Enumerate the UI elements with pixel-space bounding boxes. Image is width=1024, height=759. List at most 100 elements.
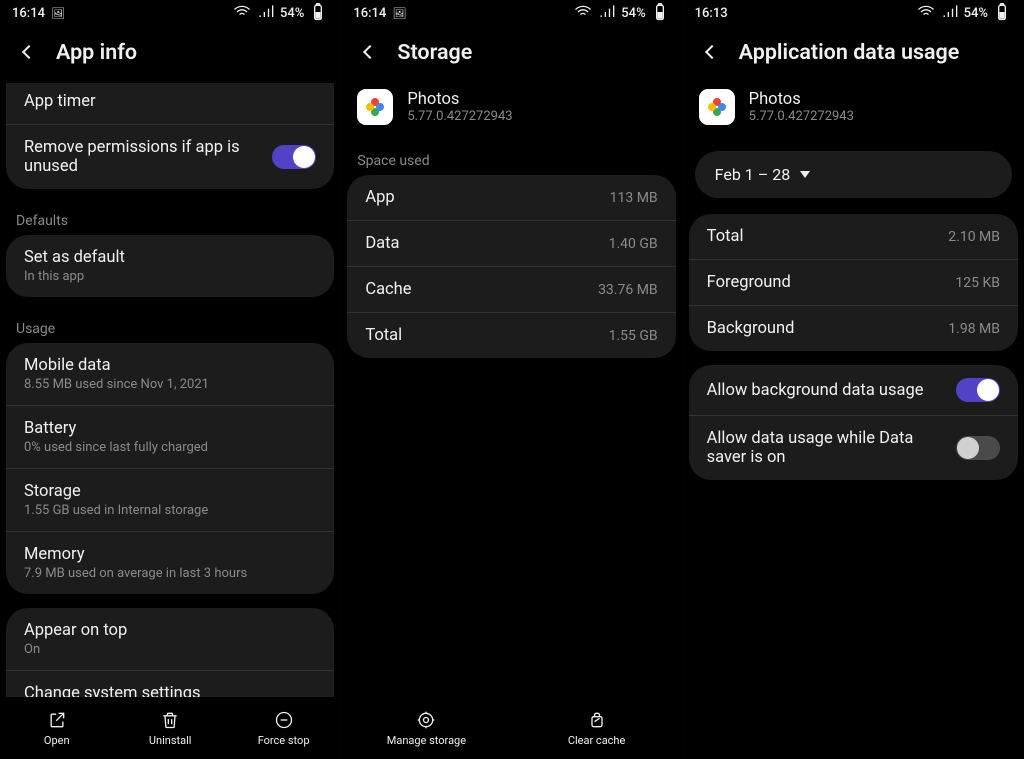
appear-on-top-title: Appear on top — [24, 621, 127, 640]
memory-title: Memory — [24, 545, 247, 564]
wifi-icon — [916, 2, 936, 26]
privacy-panel: App timer Remove permissions if app is u… — [6, 83, 334, 189]
remove-permissions-title: Remove permissions if app is unused — [24, 138, 254, 176]
page-title: Storage — [397, 40, 472, 65]
bottom-action-bar: Manage storage Clear cache — [341, 697, 681, 759]
app-timer-title: App timer — [24, 92, 96, 111]
space-used-section-label: Space used — [341, 143, 681, 175]
storage-total-value: 1.55 GB — [609, 328, 658, 344]
storage-gear-icon — [416, 710, 436, 730]
chevron-down-icon — [800, 171, 810, 178]
set-as-default-title: Set as default — [24, 248, 125, 267]
screen-storage: 16:14 🖼 54% Storage — [341, 0, 682, 759]
usage-section-label: Usage — [0, 311, 340, 343]
battery-icon — [650, 2, 670, 26]
storage-cache-row: Cache 33.76 MB — [347, 266, 675, 312]
force-stop-icon — [274, 710, 294, 730]
mobile-data-sub: 8.55 MB used since Nov 1, 2021 — [24, 377, 209, 392]
allow-datasaver-row[interactable]: Allow data usage while Data saver is on — [689, 415, 1018, 480]
status-bar: 16:14 🖼 54% — [0, 0, 340, 27]
remove-permissions-toggle[interactable] — [272, 145, 316, 169]
usage-foreground-value: 125 KB — [955, 275, 1000, 291]
bottom-action-bar: Open Uninstall Force stop — [0, 697, 340, 759]
storage-app-row: App 113 MB — [347, 175, 675, 220]
app-name: Photos — [749, 90, 854, 109]
memory-row[interactable]: Memory 7.9 MB used on average in last 3 … — [6, 531, 334, 594]
allow-background-toggle[interactable] — [956, 378, 1000, 402]
back-button[interactable] — [16, 39, 42, 65]
storage-cache-label: Cache — [365, 280, 411, 299]
mobile-data-row[interactable]: Mobile data 8.55 MB used since Nov 1, 20… — [6, 343, 334, 405]
battery-pct: 54% — [964, 6, 988, 21]
allow-background-row[interactable]: Allow background data usage — [689, 365, 1018, 415]
storage-title: Storage — [24, 482, 208, 501]
mobile-data-title: Mobile data — [24, 356, 209, 375]
usage-panel: Mobile data 8.55 MB used since Nov 1, 20… — [6, 343, 334, 594]
screen-data-usage: 16:13 54% Application data usage — [683, 0, 1024, 759]
page-title: App info — [56, 40, 137, 65]
battery-row[interactable]: Battery 0% used since last fully charged — [6, 405, 334, 468]
storage-data-label: Data — [365, 234, 399, 253]
clock-time: 16:14 — [353, 6, 386, 21]
app-timer-row[interactable]: App timer — [6, 83, 334, 124]
usage-background-value: 1.98 MB — [948, 321, 1000, 337]
battery-icon — [308, 2, 328, 26]
manage-storage-action[interactable]: Manage storage — [341, 697, 511, 759]
screen-app-info: 16:14 🖼 54% App info — [0, 0, 341, 759]
chevron-left-icon — [363, 45, 377, 59]
wifi-icon — [573, 2, 593, 26]
page-header: Storage — [341, 27, 681, 83]
battery-sub: 0% used since last fully charged — [24, 440, 208, 455]
usage-summary-panel: Total 2.10 MB Foreground 125 KB Backgrou… — [689, 214, 1018, 351]
allow-datasaver-toggle[interactable] — [956, 436, 1000, 460]
app-version: 5.77.0.427272943 — [749, 109, 854, 124]
battery-icon — [992, 2, 1012, 26]
app-name: Photos — [407, 90, 512, 109]
clock-time: 16:13 — [695, 6, 728, 21]
usage-total-label: Total — [707, 227, 744, 246]
data-controls-panel: Allow background data usage Allow data u… — [689, 365, 1018, 480]
uninstall-action[interactable]: Uninstall — [113, 697, 226, 759]
clear-cache-action[interactable]: Clear cache — [512, 697, 682, 759]
image-indicator-icon: 🖼 — [392, 7, 406, 20]
back-button[interactable] — [699, 39, 725, 65]
appear-on-top-row[interactable]: Appear on top On — [6, 608, 334, 670]
set-as-default-row[interactable]: Set as default In this app — [6, 235, 334, 297]
force-stop-action[interactable]: Force stop — [227, 697, 340, 759]
wifi-icon — [232, 2, 252, 26]
battery-title: Battery — [24, 419, 208, 438]
chevron-left-icon — [22, 45, 36, 59]
storage-data-row: Data 1.40 GB — [347, 220, 675, 266]
space-used-panel: App 113 MB Data 1.40 GB Cache 33.76 MB T… — [347, 175, 675, 358]
chevron-left-icon — [705, 45, 719, 59]
usage-foreground-label: Foreground — [707, 273, 791, 292]
storage-app-label: App — [365, 188, 394, 207]
storage-row[interactable]: Storage 1.55 GB used in Internal storage — [6, 468, 334, 531]
open-label: Open — [44, 734, 70, 747]
manage-storage-label: Manage storage — [387, 734, 466, 747]
defaults-section-label: Defaults — [0, 203, 340, 235]
force-stop-label: Force stop — [258, 734, 310, 747]
allow-datasaver-label: Allow data usage while Data saver is on — [707, 429, 937, 467]
set-as-default-sub: In this app — [24, 269, 125, 284]
open-action[interactable]: Open — [0, 697, 113, 759]
status-bar: 16:13 54% — [683, 0, 1024, 27]
storage-total-label: Total — [365, 326, 402, 345]
app-identity: Photos 5.77.0.427272943 — [341, 83, 681, 143]
storage-total-row: Total 1.55 GB — [347, 312, 675, 358]
photos-app-icon — [357, 89, 393, 125]
back-button[interactable] — [357, 39, 383, 65]
date-range-label: Feb 1 – 28 — [715, 165, 791, 184]
signal-icon — [940, 2, 960, 26]
signal-icon — [256, 2, 276, 26]
usage-total-value: 2.10 MB — [948, 229, 1000, 245]
date-range-selector[interactable]: Feb 1 – 28 — [695, 151, 1012, 198]
signal-icon — [597, 2, 617, 26]
defaults-panel: Set as default In this app — [6, 235, 334, 297]
open-icon — [47, 710, 67, 730]
uninstall-label: Uninstall — [149, 734, 192, 747]
remove-permissions-row[interactable]: Remove permissions if app is unused — [6, 124, 334, 189]
allow-background-label: Allow background data usage — [707, 381, 924, 400]
usage-background-row: Background 1.98 MB — [689, 305, 1018, 351]
storage-app-value: 113 MB — [610, 190, 658, 206]
